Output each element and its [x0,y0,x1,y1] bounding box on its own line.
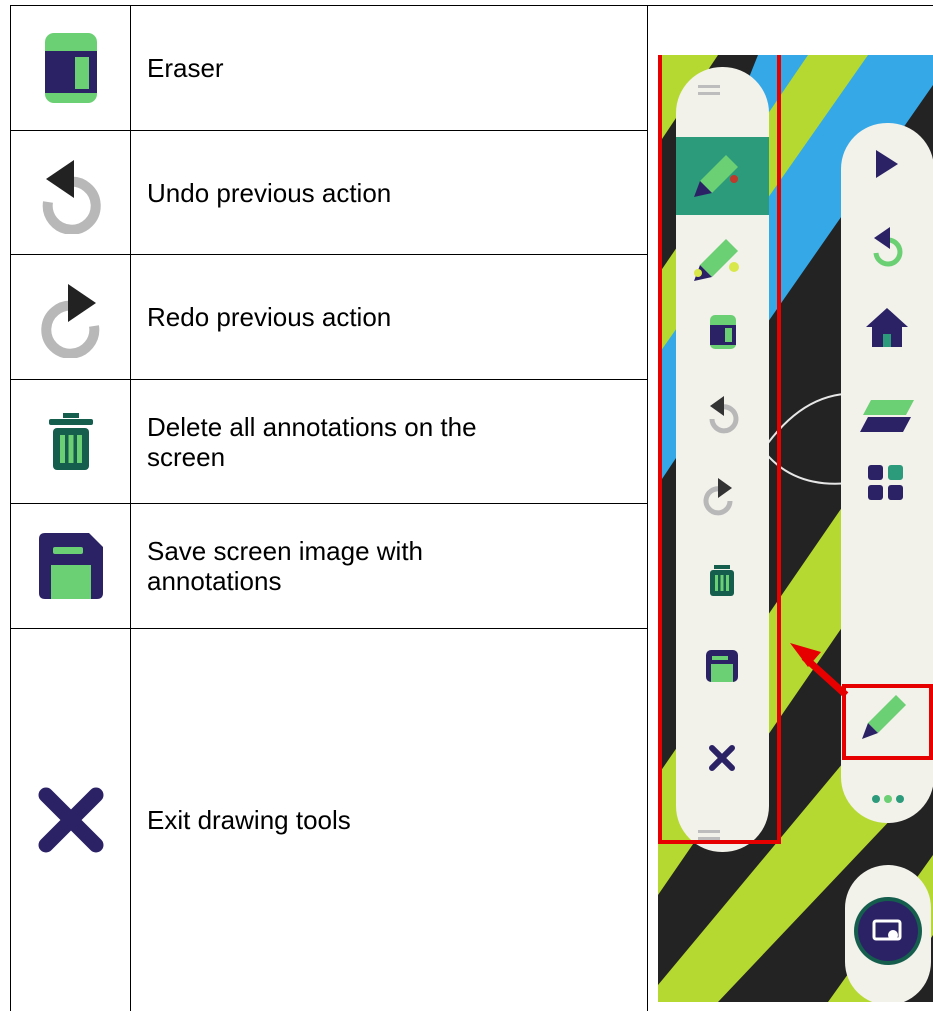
row-label-line: screen [147,441,226,472]
table-row: Delete all annotations on the screen [11,380,647,503]
row-label: Save screen image with annotations [147,504,637,628]
table-row: Redo previous action [11,255,647,379]
undo-icon [11,131,130,254]
drawing-tools-highlight [658,55,781,844]
row-label: Eraser [147,53,224,83]
row-label: Delete all annotations on the screen [147,380,637,503]
trash-icon [11,380,130,503]
row-label-line: Save screen image with [147,536,424,566]
table-row: Save screen image with annotations [11,504,647,628]
table-column-divider [647,5,648,1011]
row-label: Undo previous action [147,177,392,208]
table-row: Undo previous action [11,131,647,254]
pen-button-highlight [842,684,933,760]
save-icon [11,504,130,628]
eraser-icon [11,6,130,130]
close-icon [11,629,130,1011]
row-label-line: annotations [147,566,282,596]
table-row: Exit drawing tools [11,629,647,1011]
table-row: Eraser [11,6,647,130]
redo-icon [11,255,130,379]
toolbar-screenshot [658,55,933,1002]
row-label: Redo previous action [147,302,392,332]
row-label-line: Delete all annotations on the [147,411,477,442]
row-label: Exit drawing tools [147,805,351,835]
